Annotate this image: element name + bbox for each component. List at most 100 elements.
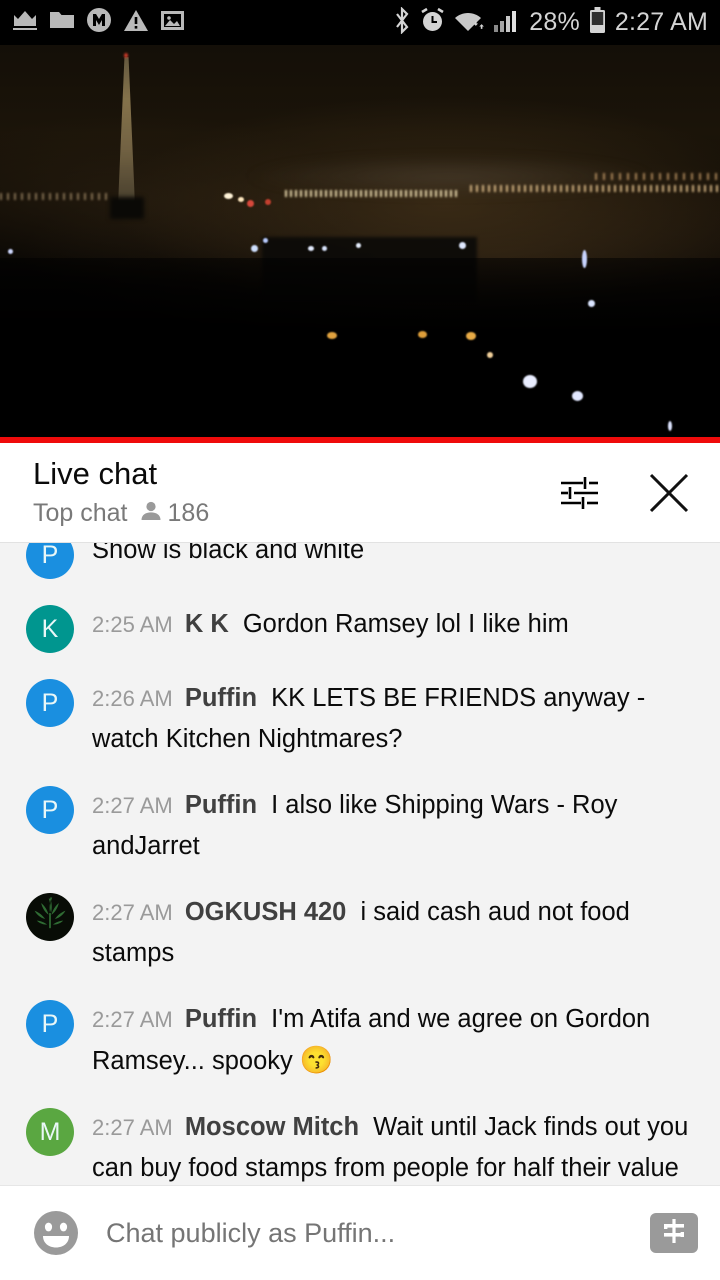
video-progress-bar[interactable]: [0, 437, 720, 443]
avatar[interactable]: P: [26, 542, 74, 579]
chat-message-timestamp: 2:27 AM: [92, 793, 173, 818]
bluetooth-icon: [393, 5, 411, 39]
chat-message-row[interactable]: 2:27 AM OGKUSH 420 i said cash aud not f…: [0, 879, 720, 986]
light-dot: [572, 391, 583, 401]
avatar-initial: P: [41, 688, 59, 717]
chat-message-text: Gordon Ramsey lol I like him: [242, 610, 569, 638]
chat-message-row[interactable]: P Show is black and white: [0, 542, 720, 591]
folder-icon: [49, 9, 75, 36]
light-dot: [668, 421, 672, 431]
status-bar-clock: 2:27 AM: [614, 8, 708, 36]
avatar[interactable]: M: [26, 1108, 74, 1156]
avatar[interactable]: P: [26, 679, 74, 727]
chat-message-text: Show is black and white: [92, 542, 365, 564]
status-bar-left-icons: [12, 7, 185, 38]
light-dot: [265, 199, 271, 205]
chat-message-author[interactable]: Moscow Mitch: [185, 1113, 359, 1141]
chat-subline: Top chat 186: [33, 499, 209, 528]
chat-message-author[interactable]: Puffin: [185, 1005, 257, 1033]
chat-mode-label[interactable]: Top chat: [33, 499, 128, 528]
chat-message-text: KK LETS BE FRIENDS anyway - watch Kitche…: [92, 684, 646, 753]
light-dot: [247, 200, 254, 207]
light-dot: [582, 250, 587, 268]
video-frame: [0, 45, 720, 443]
chat-message-timestamp: 2:27 AM: [92, 900, 173, 925]
status-bar: 28% 2:27 AM: [0, 0, 720, 45]
chat-message-row[interactable]: M 2:27 AM Moscow Mitch Wait until Jack f…: [0, 1094, 720, 1185]
light-dot: [224, 193, 233, 199]
light-dot: [263, 238, 268, 243]
chat-input-bar: [0, 1185, 720, 1280]
washington-monument: [118, 57, 135, 205]
chat-message-body: Show is black and white: [92, 542, 706, 571]
video-player[interactable]: [0, 45, 720, 443]
kissing-face-emoji: 😙: [299, 1045, 334, 1075]
light-dot: [487, 352, 493, 358]
person-icon: [139, 499, 163, 528]
chat-message-timestamp: 2:26 AM: [92, 686, 173, 711]
avatar-initial: P: [41, 542, 59, 569]
chat-message-author[interactable]: Puffin: [185, 684, 257, 712]
chat-message-list-inner: P Show is black and white K 2:25 AM K K …: [0, 542, 720, 1185]
light-dot: [418, 331, 427, 338]
chat-message-author[interactable]: K K: [185, 610, 229, 638]
avatar[interactable]: P: [26, 786, 74, 834]
chat-message-list[interactable]: P Show is black and white K 2:25 AM K K …: [0, 542, 720, 1185]
emoji-smiley-icon[interactable]: [30, 1207, 82, 1259]
avatar-initial: K: [41, 614, 59, 643]
chat-message-body: 2:27 AM Puffin I'm Atifa and we agree on…: [92, 998, 706, 1082]
chat-input[interactable]: [106, 1217, 626, 1249]
page-title: Live chat: [33, 455, 158, 491]
light-dot: [308, 246, 314, 251]
city-lights-left: [0, 193, 110, 200]
viewer-count-label: 186: [167, 499, 210, 528]
chat-message-timestamp: 2:27 AM: [92, 1115, 173, 1140]
light-dot: [8, 249, 13, 254]
light-dot: [459, 242, 466, 249]
close-icon[interactable]: [644, 468, 694, 518]
cannabis-leaf-icon: [28, 893, 72, 941]
chat-message-row[interactable]: P 2:26 AM Puffin KK LETS BE FRIENDS anyw…: [0, 665, 720, 772]
chat-message-row[interactable]: P 2:27 AM Puffin I'm Atifa and we agree …: [0, 986, 720, 1094]
monument-tip-light: [124, 53, 128, 58]
city-lights-right: [470, 185, 720, 192]
chat-settings-sliders-icon[interactable]: [554, 468, 604, 518]
chat-message-row[interactable]: K 2:25 AM K K Gordon Ramsey lol I like h…: [0, 591, 720, 665]
crown-icon: [12, 9, 38, 36]
avatar[interactable]: P: [26, 1000, 74, 1048]
dollar-sign-icon: [659, 1216, 689, 1251]
light-dot: [466, 332, 476, 340]
battery-icon: [589, 6, 606, 39]
light-dot: [356, 243, 361, 248]
avatar-initial: P: [41, 1009, 59, 1038]
battery-percent-label: 28%: [529, 8, 580, 36]
city-lights-center: [285, 190, 460, 197]
chat-header-text-group: Live chat Top chat 186: [33, 455, 209, 528]
live-chat-header: Live chat Top chat 186: [0, 443, 720, 542]
super-chat-button[interactable]: [650, 1213, 698, 1253]
light-dot: [327, 332, 337, 339]
chat-message-row[interactable]: P 2:27 AM Puffin I also like Shipping Wa…: [0, 772, 720, 879]
avatar-initial: M: [39, 1117, 61, 1146]
wifi-icon: [454, 8, 485, 38]
light-dot: [322, 246, 327, 251]
avatar[interactable]: K: [26, 605, 74, 653]
light-dot: [523, 375, 537, 388]
avatar-initial: P: [41, 795, 59, 824]
light-dot: [251, 245, 258, 252]
chat-message-timestamp: 2:27 AM: [92, 1007, 173, 1032]
chat-message-body: 2:27 AM Moscow Mitch Wait until Jack fin…: [92, 1106, 706, 1185]
warning-icon: [123, 9, 149, 37]
chat-message-body: 2:27 AM OGKUSH 420 i said cash aud not f…: [92, 891, 706, 974]
status-bar-right-icons: 28% 2:27 AM: [393, 5, 708, 39]
chat-message-body: 2:27 AM Puffin I also like Shipping Wars…: [92, 784, 706, 867]
chat-message-text: Wait until Jack finds out you can buy fo…: [92, 1113, 689, 1182]
chat-message-author[interactable]: Puffin: [185, 791, 257, 819]
avatar[interactable]: [26, 893, 74, 941]
monument-base-shadow: [110, 197, 144, 219]
light-dot: [238, 197, 244, 202]
photo-icon: [160, 9, 185, 37]
chat-message-body: 2:26 AM Puffin KK LETS BE FRIENDS anyway…: [92, 677, 706, 760]
chat-message-author[interactable]: OGKUSH 420: [185, 898, 347, 926]
viewer-count-group: 186: [139, 499, 210, 528]
